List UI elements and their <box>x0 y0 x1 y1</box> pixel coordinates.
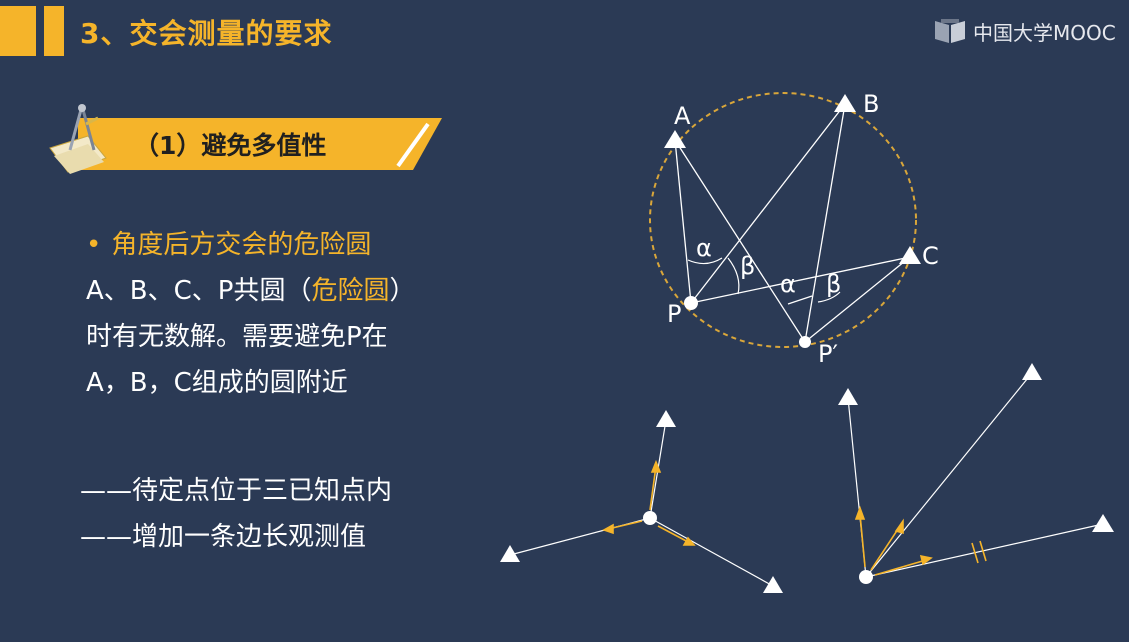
known-point-triangle <box>763 576 783 593</box>
label-alpha-1: α <box>696 234 712 262</box>
label-beta-2: β <box>826 270 841 298</box>
known-point-triangle <box>656 410 676 427</box>
point-p-circle <box>684 296 698 310</box>
label-a: A <box>674 102 691 130</box>
inside-point-lines <box>509 419 774 587</box>
geometry-diagram: A B C P P′ α β α β <box>500 90 1114 593</box>
beta-arc-p <box>727 257 740 295</box>
label-c: C <box>922 242 939 270</box>
known-point-triangle <box>838 388 858 405</box>
label-b: B <box>863 90 879 118</box>
label-beta-1: β <box>740 252 755 280</box>
label-pprime: P′ <box>818 340 838 368</box>
point-pprime-circle <box>799 336 811 348</box>
unknown-point-circle <box>859 570 873 584</box>
label-p: P <box>667 300 681 328</box>
known-point-triangle <box>1022 363 1042 380</box>
label-alpha-2: α <box>780 270 796 298</box>
circle-lines <box>674 103 911 343</box>
unknown-point-circle <box>643 511 657 525</box>
point-c-triangle <box>899 246 921 264</box>
point-a-triangle <box>664 130 686 148</box>
inside-point-arrows <box>602 459 696 546</box>
known-point-triangle <box>1092 514 1114 532</box>
